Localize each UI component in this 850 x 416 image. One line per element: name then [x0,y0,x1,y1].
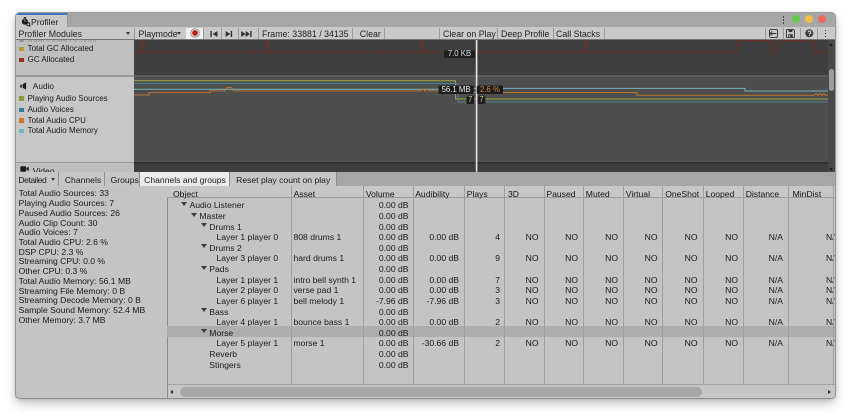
svg-text:7.0 KB: 7.0 KB [448,49,471,58]
svg-text:7: 7 [479,95,483,104]
svg-text:56.1 MB: 56.1 MB [442,85,471,94]
svg-text:2.6 %: 2.6 % [480,85,500,94]
svg-text:7: 7 [468,95,472,104]
